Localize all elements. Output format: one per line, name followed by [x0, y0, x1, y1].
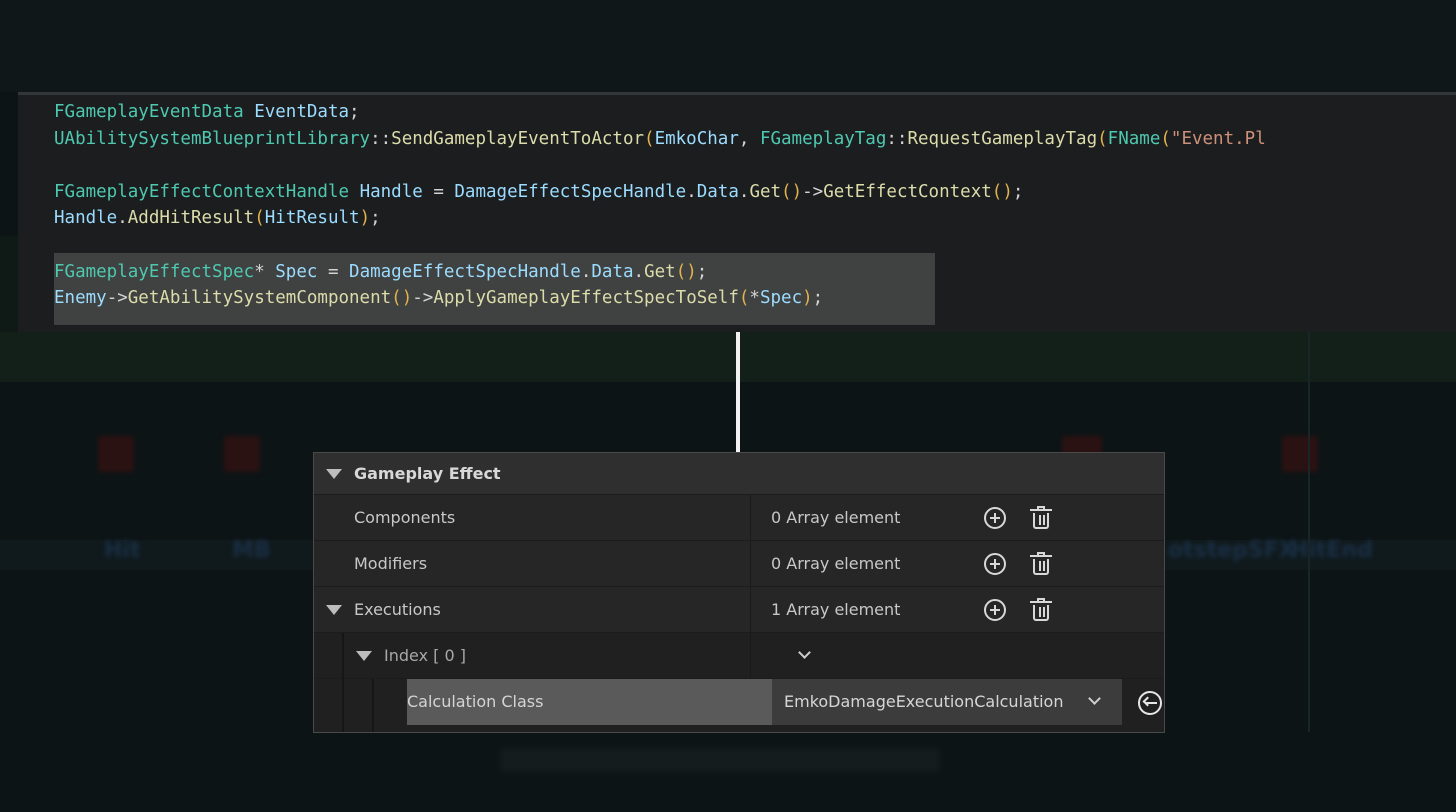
property-label: Components	[354, 508, 456, 527]
property-label: Executions	[354, 600, 441, 619]
callout-connector-line	[736, 332, 740, 452]
column-divider[interactable]	[750, 541, 751, 586]
property-row-calculation-class: Calculation Class EmkoDamageExecutionCal…	[314, 679, 1164, 732]
property-value: 0 Array element	[771, 554, 901, 573]
property-label: Calculation Class	[407, 692, 544, 711]
delete-trash-icon[interactable]	[1030, 598, 1052, 622]
add-element-icon[interactable]	[984, 599, 1006, 621]
expand-triangle-icon[interactable]	[356, 651, 372, 661]
section-title: Gameplay Effect	[354, 464, 501, 483]
code-text[interactable]: FGameplayEventData EventData; UAbilitySys…	[54, 99, 1266, 312]
code-line[interactable]	[54, 152, 1266, 179]
expand-triangle-icon[interactable]	[326, 469, 342, 479]
column-divider[interactable]	[750, 587, 751, 632]
property-row-components: Components 0 Array element	[314, 495, 1164, 541]
code-editor[interactable]: FGameplayEventData EventData; UAbilitySys…	[18, 92, 1456, 332]
code-line[interactable]: Handle.AddHitResult(HitResult);	[54, 205, 1266, 232]
add-element-icon[interactable]	[984, 553, 1006, 575]
property-value: 0 Array element	[771, 508, 901, 527]
property-value: 1 Array element	[771, 600, 901, 619]
add-element-icon[interactable]	[984, 507, 1006, 529]
bg-pin-label: otstepSFX	[1168, 538, 1296, 563]
bg-pin-label: MB	[232, 538, 271, 563]
bg-pin-label: Hit	[104, 538, 141, 563]
gameplay-effect-details-panel: Gameplay Effect Components 0 Array eleme…	[313, 452, 1165, 733]
bg-node-icon	[98, 436, 134, 472]
calculation-class-dropdown[interactable]: EmkoDamageExecutionCalculation	[772, 679, 1122, 725]
bg-wire	[1308, 332, 1310, 732]
bg-node-icon	[1282, 436, 1318, 472]
chevron-down-icon[interactable]	[1088, 692, 1101, 705]
code-line[interactable]	[54, 232, 1266, 259]
delete-trash-icon[interactable]	[1030, 506, 1052, 530]
code-line[interactable]: FGameplayEffectSpec* Spec = DamageEffect…	[54, 259, 1266, 286]
code-line[interactable]: FGameplayEffectContextHandle Handle = Da…	[54, 179, 1266, 206]
property-row-modifiers: Modifiers 0 Array element	[314, 541, 1164, 587]
property-row-executions: Executions 1 Array element	[314, 587, 1164, 633]
bg-top-band	[0, 0, 1456, 92]
code-line[interactable]: UAbilitySystemBlueprintLibrary::SendGame…	[54, 126, 1266, 153]
chevron-down-icon[interactable]	[798, 646, 811, 659]
delete-trash-icon[interactable]	[1030, 552, 1052, 576]
reset-arrow-icon[interactable]	[1138, 691, 1162, 715]
dropdown-selected-value: EmkoDamageExecutionCalculation	[784, 692, 1064, 711]
property-row-index-0: Index [ 0 ]	[314, 633, 1164, 679]
bg-bottom-node	[500, 748, 940, 772]
column-divider[interactable]	[750, 495, 751, 540]
indent-guide	[372, 679, 374, 732]
bg-green-band-2	[0, 332, 1456, 382]
bg-node-icon	[224, 436, 260, 472]
code-line[interactable]: FGameplayEventData EventData;	[54, 99, 1266, 126]
property-label: Modifiers	[354, 554, 428, 573]
column-divider[interactable]	[750, 633, 751, 678]
property-label: Index [ 0 ]	[384, 646, 466, 665]
section-header-gameplay-effect[interactable]: Gameplay Effect	[314, 453, 1164, 495]
bg-pin-label: HitEnd	[1290, 538, 1373, 563]
indent-guide	[342, 679, 344, 732]
indent-guide	[342, 633, 344, 679]
code-line[interactable]: Enemy->GetAbilitySystemComponent()->Appl…	[54, 285, 1266, 312]
expand-triangle-icon[interactable]	[326, 605, 342, 615]
